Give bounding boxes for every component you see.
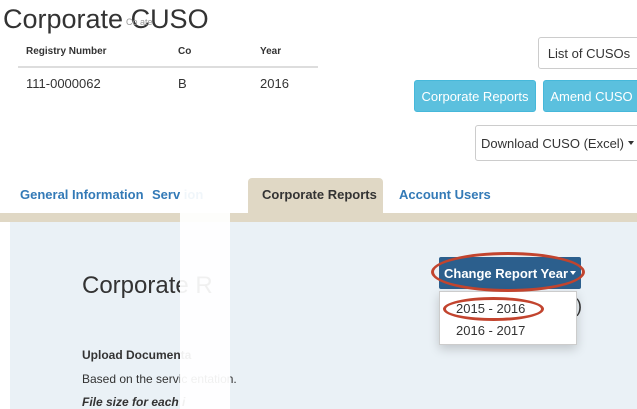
cell-year: 2016	[260, 76, 289, 91]
tab-general-information[interactable]: General Information	[20, 187, 144, 202]
tab-corporate-reports[interactable]: Corporate Reports	[262, 187, 377, 202]
annotation-ellipse-option	[443, 297, 544, 321]
redaction-strip	[180, 148, 230, 409]
caret-down-icon	[628, 141, 635, 145]
annotation-ellipse-button	[431, 252, 585, 292]
cell-corporate: B	[178, 76, 187, 91]
report-year-option[interactable]: 2016 - 2017	[456, 323, 525, 338]
download-cuso-label: Download CUSO (Excel)	[480, 135, 625, 151]
header-corporate: Co	[178, 46, 192, 57]
tabs-underline	[0, 213, 637, 222]
file-size-note: File size for each i	[82, 395, 186, 409]
amend-cuso-button[interactable]: Amend CUSO	[543, 80, 637, 112]
corporate-reports-button[interactable]: Corporate Reports	[414, 80, 536, 112]
page-title: Corporate CUSO	[3, 4, 209, 34]
tab-account-users[interactable]: Account Users	[399, 187, 491, 202]
list-of-cusos-button[interactable]: List of CUSOs	[538, 37, 637, 69]
upload-documentation-heading: Upload Documenta	[82, 348, 192, 362]
table-header-divider	[18, 66, 318, 68]
cell-registry-number: 111-0000062	[26, 76, 101, 91]
page-subtitle: Co ate	[126, 17, 153, 27]
header-year: Year	[260, 46, 282, 57]
download-cuso-button[interactable]: Download CUSO (Excel)	[475, 125, 637, 161]
header-registry-number: Registry Number	[26, 46, 107, 57]
